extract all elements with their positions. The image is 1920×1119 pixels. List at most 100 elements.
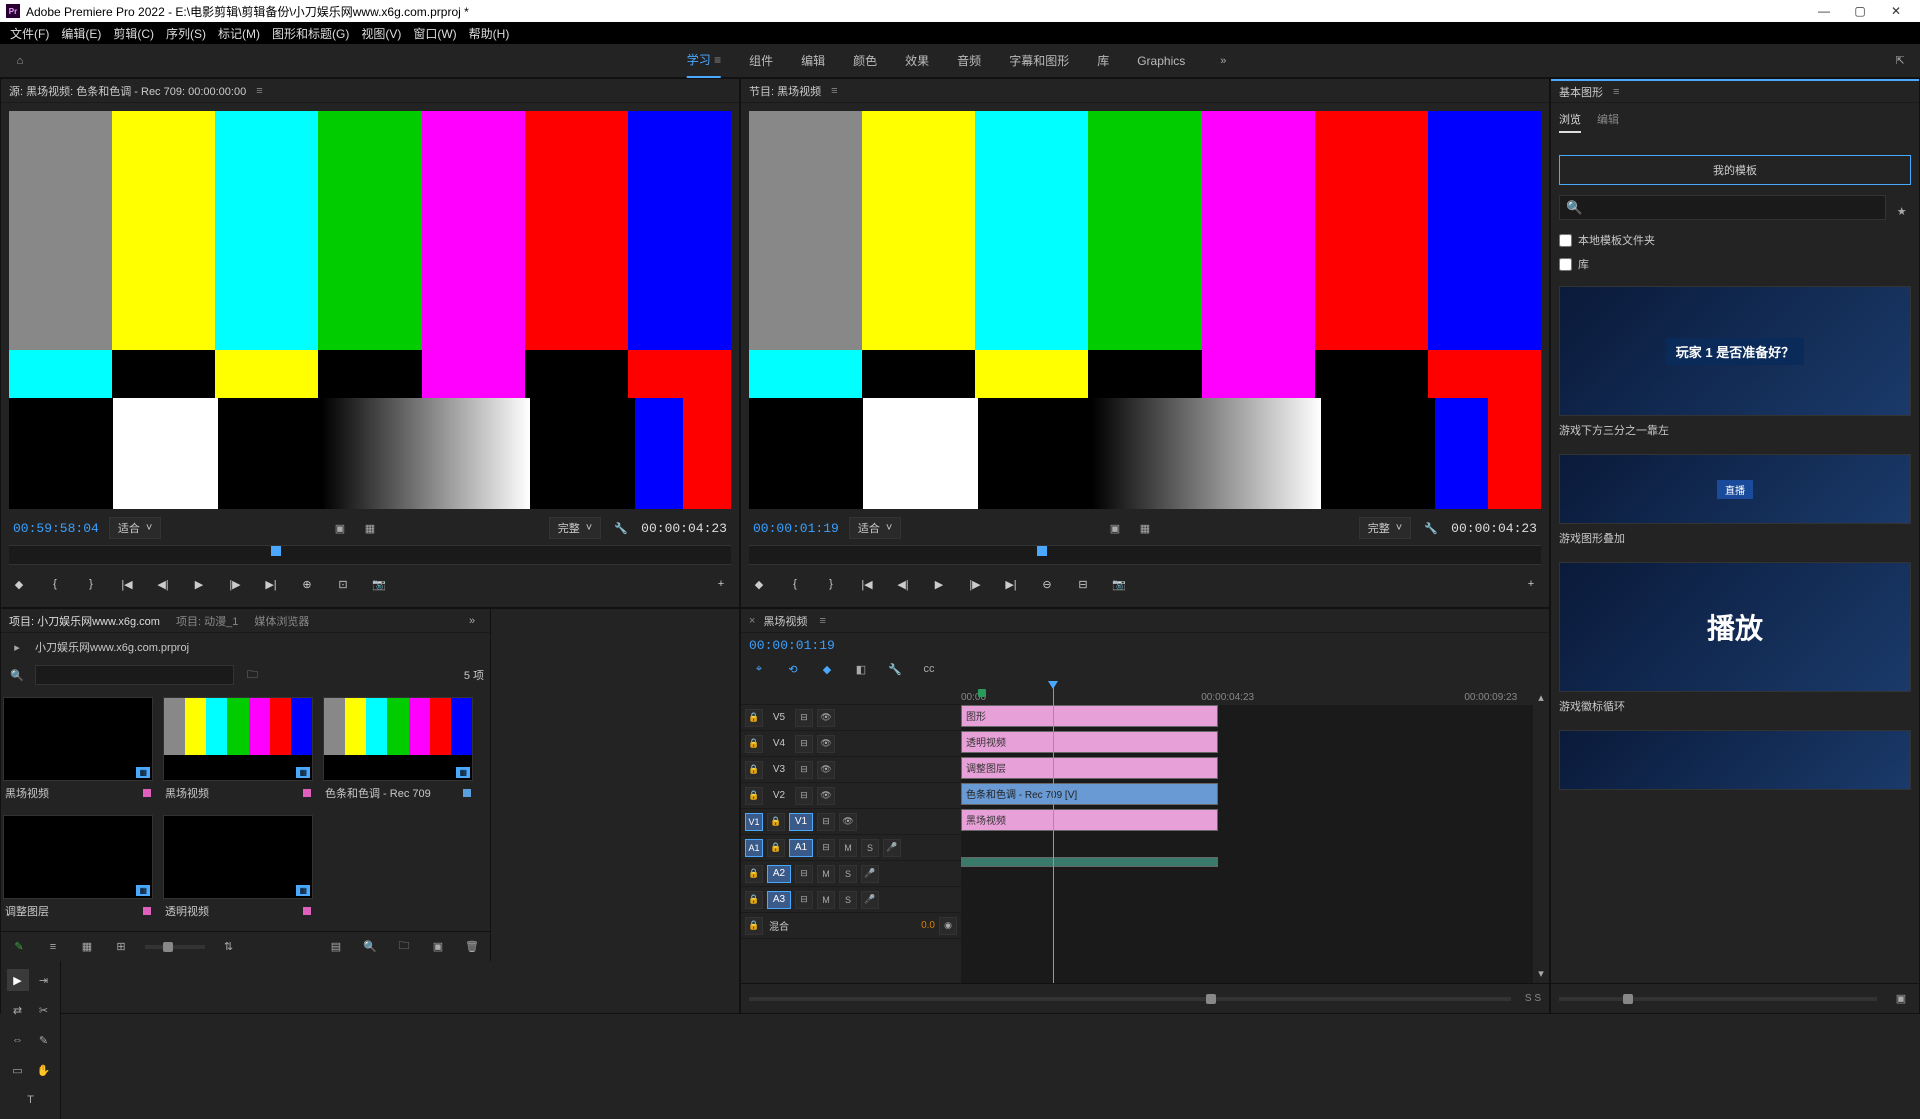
track-label[interactable]: V4 — [767, 738, 791, 749]
go-to-in-icon[interactable]: |◀ — [857, 574, 877, 594]
menu-window[interactable]: 窗口(W) — [413, 25, 456, 42]
new-bin-icon[interactable]: 🗀 — [394, 937, 414, 957]
pen-icon[interactable]: ✎ — [9, 937, 29, 957]
lock-icon[interactable]: 🔒 — [767, 813, 785, 831]
source-video-frame[interactable] — [9, 111, 731, 509]
source-full-dropdown[interactable]: 完整 ˅ — [549, 517, 601, 539]
workspace-tab-effects[interactable]: 效果 — [905, 44, 929, 77]
bin-item[interactable]: ▦ 黑场视频 — [3, 697, 153, 805]
lock-icon[interactable]: 🔒 — [745, 787, 763, 805]
library-checkbox[interactable]: 库 — [1559, 252, 1911, 276]
menu-view[interactable]: 视图(V) — [361, 25, 401, 42]
marker-icon[interactable]: ◆ — [817, 659, 837, 679]
wrench-icon[interactable]: 🔧 — [611, 518, 631, 538]
sync-lock-icon[interactable]: ⊟ — [795, 761, 813, 779]
mark-out-icon[interactable]: } — [81, 574, 101, 594]
menu-help[interactable]: 帮助(H) — [469, 25, 510, 42]
menu-edit[interactable]: 编辑(E) — [61, 25, 101, 42]
find-icon[interactable]: 🔍 — [360, 937, 380, 957]
zoom-slider[interactable] — [145, 945, 205, 949]
mute-icon[interactable]: M — [839, 839, 857, 857]
source-patch[interactable]: A1 — [745, 839, 763, 857]
add-marker-icon[interactable]: ◆ — [749, 574, 769, 594]
clip[interactable]: 透明视频 — [961, 731, 1218, 753]
eye-icon[interactable]: 👁 — [817, 787, 835, 805]
lock-icon[interactable]: 🔒 — [767, 839, 785, 857]
marker-icon[interactable] — [978, 689, 986, 697]
mark-in-icon[interactable]: { — [785, 574, 805, 594]
eye-icon[interactable]: 👁 — [839, 813, 857, 831]
track-target[interactable]: V1 — [789, 813, 813, 831]
new-item-icon[interactable]: ▣ — [428, 937, 448, 957]
wrench-icon[interactable]: 🔧 — [1421, 518, 1441, 538]
source-ruler[interactable] — [9, 545, 731, 565]
eye-icon[interactable]: 👁 — [817, 709, 835, 727]
sync-lock-icon[interactable]: ⊟ — [817, 839, 835, 857]
marker-in-icon[interactable]: ▣ — [330, 518, 350, 538]
button-editor-icon[interactable]: + — [1521, 574, 1541, 594]
button-editor-icon[interactable]: + — [711, 574, 731, 594]
timeline-zoom-slider[interactable] — [749, 997, 1511, 1001]
sort-icon[interactable]: ⇅ — [219, 937, 239, 957]
hand-tool[interactable]: ✋ — [33, 1059, 55, 1081]
graphics-template[interactable]: 播放 游戏徽标循环 — [1559, 562, 1911, 720]
type-tool[interactable]: T — [20, 1089, 42, 1111]
source-in-timecode[interactable]: 00:59:58:04 — [13, 521, 99, 536]
track-label[interactable]: V3 — [767, 764, 791, 775]
solo-icon[interactable]: S — [839, 891, 857, 909]
insert-icon[interactable]: ⊕ — [297, 574, 317, 594]
marker-out-icon[interactable]: ▦ — [360, 518, 380, 538]
bin-item[interactable]: ▦ 调整图层 — [3, 815, 153, 923]
minimize-button[interactable]: — — [1806, 0, 1842, 22]
sync-lock-icon[interactable]: ⊟ — [795, 709, 813, 727]
panel-menu-icon[interactable]: ≡ — [1613, 86, 1619, 98]
mark-out-icon[interactable]: } — [821, 574, 841, 594]
maximize-button[interactable]: ▢ — [1842, 0, 1878, 22]
export-frame-icon[interactable]: 📷 — [369, 574, 389, 594]
graphics-template[interactable] — [1559, 730, 1911, 790]
project-search-input[interactable] — [35, 665, 234, 685]
sync-lock-icon[interactable]: ⊟ — [817, 813, 835, 831]
program-video-frame[interactable] — [749, 111, 1541, 509]
razor-tool[interactable]: ✂ — [33, 999, 55, 1021]
favorite-icon[interactable]: ★ — [1892, 202, 1911, 222]
voice-icon[interactable]: 🎤 — [883, 839, 901, 857]
new-layer-icon[interactable]: ▣ — [1891, 989, 1911, 1009]
program-fit-dropdown[interactable]: 适合 ˅ — [849, 517, 901, 539]
project-tab-media[interactable]: 媒体浏览器 — [254, 609, 309, 633]
graphics-tab-edit[interactable]: 编辑 — [1597, 107, 1619, 133]
menu-sequence[interactable]: 序列(S) — [166, 25, 206, 42]
workspace-tab-audio[interactable]: 音频 — [957, 44, 981, 77]
add-marker-icon[interactable]: ◆ — [9, 574, 29, 594]
track-select-tool[interactable]: ⇥ — [33, 969, 55, 991]
snap-icon[interactable]: ⌖ — [749, 659, 769, 679]
step-forward-icon[interactable]: |▶ — [225, 574, 245, 594]
tracks-area[interactable]: 00:00 00:00:04:23 00:00:09:23 图形 透明视频 调整… — [961, 681, 1533, 983]
playhead[interactable] — [1053, 681, 1054, 983]
panel-menu-icon[interactable]: ≡ — [819, 615, 825, 627]
bin-item[interactable]: ▦ 黑场视频 — [163, 697, 313, 805]
source-out-timecode[interactable]: 00:00:04:23 — [641, 521, 727, 536]
solo-icon[interactable]: S — [839, 865, 857, 883]
timeline-timecode[interactable]: 00:00:01:19 — [749, 638, 835, 653]
overwrite-icon[interactable]: ⊡ — [333, 574, 353, 594]
menu-clip[interactable]: 剪辑(C) — [113, 25, 154, 42]
clip[interactable]: 图形 — [961, 705, 1218, 727]
scroll-up-icon[interactable]: ▴ — [1531, 687, 1551, 707]
panel-menu-icon[interactable]: ≡ — [256, 85, 262, 97]
selection-tool[interactable]: ▶ — [7, 969, 29, 991]
marker-in-icon[interactable]: ▣ — [1105, 518, 1125, 538]
mix-value[interactable]: 0.0 — [921, 920, 935, 931]
menu-file[interactable]: 文件(F) — [10, 25, 49, 42]
clip[interactable]: 色条和色调 - Rec 709 [V] — [961, 783, 1218, 805]
track-target[interactable]: A2 — [767, 865, 791, 883]
go-to-in-icon[interactable]: |◀ — [117, 574, 137, 594]
step-back-icon[interactable]: ◀| — [153, 574, 173, 594]
panel-overflow-icon[interactable]: » — [462, 611, 482, 631]
track-label[interactable]: V5 — [767, 712, 791, 723]
workspace-tab-library[interactable]: 库 — [1097, 44, 1109, 77]
lift-icon[interactable]: ⊖ — [1037, 574, 1057, 594]
export-icon[interactable]: ⇱ — [1890, 51, 1910, 71]
freeform-icon[interactable]: ⊞ — [111, 937, 131, 957]
step-forward-icon[interactable]: |▶ — [965, 574, 985, 594]
